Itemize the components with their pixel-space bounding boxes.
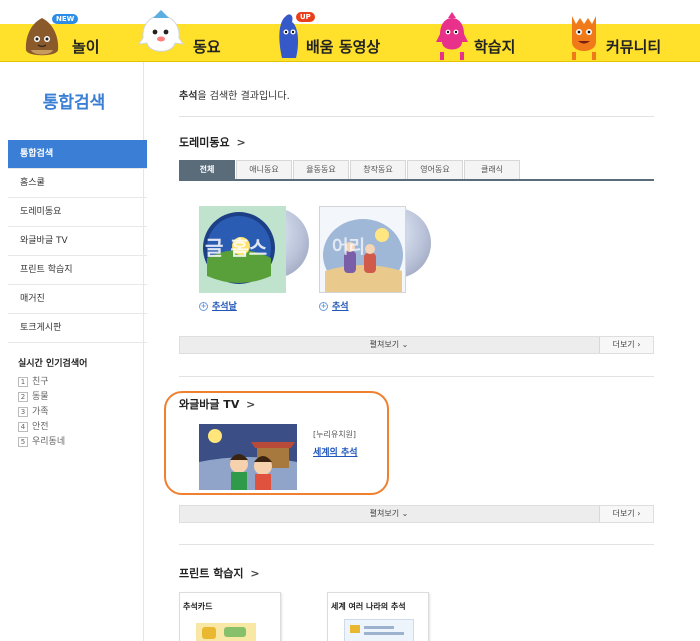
thumbnail-overlay-text: 글 홈스 — [205, 236, 268, 260]
play-circle-icon: + — [319, 302, 328, 311]
song-title: 추석 — [332, 302, 349, 312]
worksheet-card[interactable]: 세계 여러 나라의 추석 — [327, 592, 429, 641]
top-navigation: NEW 놀이 동요 UP 배움 동영상 학습지 커뮤니티 — [0, 0, 700, 62]
sidebar-item-print-worksheets[interactable]: 프린트 학습지 — [8, 256, 147, 285]
popular-search-term: 친구 — [32, 377, 49, 387]
divider — [179, 376, 654, 377]
nav-worksheets-label: 학습지 — [474, 38, 516, 56]
worksheet-title: 추석카드 — [183, 602, 213, 611]
popular-search-term: 우리동네 — [32, 437, 66, 447]
song-thumbnail[interactable]: 글 홈스 — [199, 206, 286, 293]
sidebar-item-integrated-search[interactable]: 통합검색 — [8, 140, 147, 169]
rank-number: 1 — [18, 376, 28, 387]
popular-search-item[interactable]: 5 우리동네 — [18, 435, 143, 450]
worksheet-preview-art — [224, 627, 246, 637]
pink-character-icon — [436, 12, 468, 60]
chevron-right-icon: › — [637, 509, 641, 518]
popular-search-item[interactable]: 2 동물 — [18, 390, 143, 405]
sidebar-item-doremi-songs[interactable]: 도레미동요 — [8, 198, 147, 227]
doremi-tabs: 전체 애니동요 율동동요 창작동요 영어동요 클래식 — [179, 160, 654, 181]
nav-songs[interactable]: 동요 — [135, 0, 235, 62]
search-result-message: 추석을 검색한 결과입니다. — [179, 87, 290, 102]
doremi-title-text: 도레미동요 — [179, 136, 230, 149]
tab-classical[interactable]: 클래식 — [464, 160, 520, 179]
worksheet-title: 세계 여러 나라의 추석 — [331, 602, 406, 611]
more-button[interactable]: 더보기 › — [599, 337, 653, 353]
chevron-right-icon: › — [637, 340, 641, 349]
sidebar: 통합검색 통합검색 홈스쿨 도레미동요 와글바글 TV 프린트 학습지 매거진 … — [4, 62, 147, 641]
sidebar-item-talk-board[interactable]: 토크게시판 — [8, 314, 147, 343]
doremi-footer-bar: 펼쳐보기 ⌄ 더보기 › — [179, 336, 654, 354]
nav-songs-label: 동요 — [193, 38, 221, 56]
tab-animation-songs[interactable]: 애니동요 — [236, 160, 292, 179]
worksheet-card[interactable]: 추석카드 — [179, 592, 281, 641]
song-thumbnail[interactable]: 어리 — [319, 206, 406, 293]
popular-search-item[interactable]: 4 안전 — [18, 420, 143, 435]
nav-learning-videos[interactable]: UP 배움 동영상 — [272, 0, 402, 62]
sidebar-item-waglebagle-tv[interactable]: 와글바글 TV — [8, 227, 147, 256]
popular-search-term: 가족 — [32, 407, 49, 417]
print-section-title[interactable]: 프린트 학습지 > — [179, 565, 260, 581]
more-button[interactable]: 더보기 › — [599, 506, 653, 522]
divider — [179, 544, 654, 545]
popular-search-term: 안전 — [32, 422, 49, 432]
tab-english-songs[interactable]: 영어동요 — [407, 160, 463, 179]
search-keyword: 추석 — [179, 91, 198, 102]
nav-play-label: 놀이 — [72, 38, 100, 56]
chevron-right-icon: > — [236, 136, 246, 149]
orange-character-icon — [572, 16, 596, 60]
tab-all[interactable]: 전체 — [179, 160, 235, 179]
tab-dance-songs[interactable]: 율동동요 — [293, 160, 349, 179]
play-circle-icon: + — [199, 302, 208, 311]
rank-number: 5 — [18, 436, 28, 447]
highlight-circle — [164, 391, 389, 495]
sidebar-title: 통합검색 — [42, 93, 106, 113]
expand-button[interactable]: 펼쳐보기 ⌄ — [180, 337, 598, 353]
worksheet-preview-art — [350, 625, 360, 633]
rank-number: 2 — [18, 391, 28, 402]
more-label: 더보기 — [612, 340, 635, 349]
chevron-right-icon: > — [250, 567, 260, 580]
popular-searches: 실시간 인기검색어 1 친구 2 동물 3 가족 4 안전 5 우리동네 — [18, 356, 143, 450]
expand-label: 펼쳐보기 — [369, 340, 400, 349]
worksheet-preview-line — [364, 626, 394, 629]
sidebar-menu: 통합검색 홈스쿨 도레미동요 와글바글 TV 프린트 학습지 매거진 토크게시판 — [8, 140, 147, 343]
expand-button[interactable]: 펼쳐보기 ⌄ — [180, 506, 598, 522]
sidebar-item-homeschool[interactable]: 홈스쿨 — [8, 169, 147, 198]
doremi-section-title[interactable]: 도레미동요 > — [179, 134, 246, 150]
chevron-down-icon: ⌄ — [401, 340, 409, 349]
song-link[interactable]: + 추석날 — [199, 299, 237, 312]
worksheet-preview-art — [202, 627, 216, 639]
nav-play[interactable]: NEW 놀이 — [22, 0, 112, 62]
popular-search-item[interactable]: 1 친구 — [18, 375, 143, 390]
divider — [179, 116, 654, 117]
print-title-text: 프린트 학습지 — [179, 567, 244, 580]
popular-search-term: 동물 — [32, 392, 49, 402]
popular-search-item[interactable]: 3 가족 — [18, 405, 143, 420]
nav-community-label: 커뮤니티 — [606, 38, 662, 56]
song-link[interactable]: + 추석 — [319, 299, 349, 312]
chevron-down-icon: ⌄ — [401, 509, 409, 518]
worksheet-preview-line — [364, 632, 404, 635]
ghost-character-icon — [137, 10, 185, 52]
nav-community[interactable]: 커뮤니티 — [566, 0, 686, 62]
new-badge: NEW — [52, 14, 79, 24]
waglebagle-footer-bar: 펼쳐보기 ⌄ 더보기 › — [179, 505, 654, 523]
expand-label: 펼쳐보기 — [369, 509, 400, 518]
nav-worksheets[interactable]: 학습지 — [434, 0, 534, 62]
popular-searches-title: 실시간 인기검색어 — [18, 359, 88, 369]
sidebar-item-magazine[interactable]: 매거진 — [8, 285, 147, 314]
song-title: 추석날 — [212, 302, 237, 312]
search-result-suffix: 을 검색한 결과입니다. — [197, 91, 290, 102]
more-label: 더보기 — [612, 509, 635, 518]
tab-original-songs[interactable]: 창작동요 — [350, 160, 406, 179]
rank-number: 4 — [18, 421, 28, 432]
up-badge: UP — [296, 12, 315, 22]
thumbnail-overlay-text: 어리 — [332, 237, 366, 258]
nav-learning-videos-label: 배움 동영상 — [306, 38, 381, 56]
rank-number: 3 — [18, 406, 28, 417]
